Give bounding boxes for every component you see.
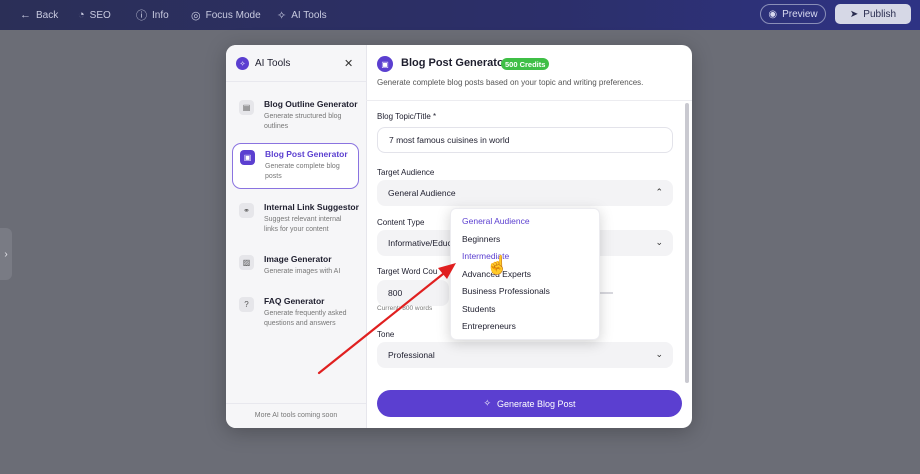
info-icon: ⓘ — [136, 10, 147, 22]
ai-tools-button[interactable]: ✧ AI Tools — [277, 0, 327, 30]
ai-tools-sidebar: ✧ AI Tools ✕ ▤ Blog Outline Generator Ge… — [226, 45, 367, 428]
publish-button[interactable]: ➤ Publish — [835, 4, 911, 24]
info-button[interactable]: ⓘ Info — [136, 0, 169, 30]
dropdown-option-students[interactable]: Students — [462, 304, 496, 314]
tool-description: Generate images with AI — [264, 268, 341, 275]
chevron-up-icon: ⌃ — [655, 187, 663, 197]
expand-panel-handle[interactable]: › — [0, 228, 12, 280]
sidebar-header: ✧ AI Tools — [236, 57, 290, 70]
content-type-label: Content Type — [377, 218, 425, 227]
sidebar-title: AI Tools — [255, 58, 291, 69]
dropdown-option-entrepreneurs[interactable]: Entrepreneurs — [462, 321, 516, 331]
tool-blog-post-generator[interactable]: ▣ Blog Post Generator Generate complete … — [232, 143, 359, 189]
top-toolbar: ← Back ◔ SEO ⓘ Info ◎ Focus Mode ✧ AI To… — [0, 0, 920, 30]
dropdown-option-general-audience[interactable]: General Audience — [462, 216, 530, 226]
word-count-hint: Current: 800 words — [377, 305, 433, 312]
gauge-icon: ◔ — [78, 9, 85, 21]
tone-select[interactable]: Professional ⌄ — [377, 342, 673, 368]
divider — [226, 81, 366, 82]
tone-value: Professional — [388, 350, 435, 360]
link-icon: ⚭ — [239, 203, 254, 218]
magic-wand-icon: ✧ — [236, 57, 249, 70]
credits-badge: 500 Credits — [501, 58, 550, 70]
preview-button[interactable]: ◉ Preview — [760, 4, 826, 24]
divider — [366, 100, 692, 101]
scrollbar[interactable] — [685, 103, 689, 383]
topic-label: Blog Topic/Title * — [377, 112, 437, 121]
tone-label: Tone — [377, 330, 395, 339]
tool-description: Generate complete blog posts — [265, 163, 340, 180]
word-count-slider[interactable] — [598, 292, 613, 294]
close-icon[interactable]: ✕ — [344, 57, 353, 70]
seo-button[interactable]: ◔ SEO — [78, 0, 111, 30]
divider — [226, 403, 366, 404]
question-icon: ? — [239, 297, 254, 312]
tool-title: FAQ Generator — [264, 296, 325, 306]
send-icon: ➤ — [849, 8, 859, 20]
panel-subtitle: Generate complete blog posts based on yo… — [377, 78, 644, 87]
dropdown-option-business-professionals[interactable]: Business Professionals — [462, 286, 550, 296]
sidebar-footer: More AI tools coming soon — [254, 412, 338, 419]
tool-description: Generate frequently asked questions and … — [264, 310, 347, 327]
audience-select[interactable]: General Audience ⌃ — [377, 180, 673, 206]
chevron-down-icon: ⌄ — [655, 237, 663, 247]
post-icon: ▣ — [240, 150, 255, 165]
focus-icon: ◎ — [191, 9, 201, 22]
word-count-input[interactable]: 800 — [377, 280, 449, 306]
audience-value: General Audience — [388, 188, 456, 198]
eye-icon: ◉ — [768, 8, 778, 20]
post-icon: ▣ — [377, 56, 393, 72]
tool-title: Blog Outline Generator — [264, 99, 358, 109]
content-type-value: Informative/Educ — [388, 238, 452, 248]
dropdown-option-beginners[interactable]: Beginners — [462, 234, 500, 244]
chevron-down-icon: ⌄ — [655, 349, 663, 359]
arrow-left-icon: ← — [20, 9, 31, 21]
tool-image-generator[interactable]: ▨ Image Generator Generate images with A… — [232, 249, 359, 283]
generate-blog-post-button[interactable]: ✧ Generate Blog Post — [377, 390, 682, 417]
tool-title: Blog Post Generator — [265, 149, 348, 159]
word-count-label: Target Word Cou — [377, 267, 438, 276]
tool-title: Image Generator — [264, 254, 332, 264]
tool-internal-link-suggestor[interactable]: ⚭ Internal Link Suggestor Suggest releva… — [232, 197, 359, 241]
tool-faq-generator[interactable]: ? FAQ Generator Generate frequently aske… — [232, 291, 359, 335]
panel-title: Blog Post Generator — [401, 57, 508, 69]
magic-wand-icon: ✧ — [277, 9, 287, 22]
image-icon: ▨ — [239, 255, 254, 270]
audience-label: Target Audience — [377, 168, 435, 177]
back-button[interactable]: ← Back — [20, 0, 58, 30]
topic-input[interactable]: 7 most famous cuisines in world — [377, 127, 673, 153]
chevron-right-icon: › — [4, 248, 8, 260]
audience-dropdown-menu: General Audience Beginners Intermediate … — [450, 208, 600, 340]
magic-wand-icon: ✧ — [483, 398, 491, 408]
tool-title: Internal Link Suggestor — [264, 202, 359, 212]
tool-blog-outline-generator[interactable]: ▤ Blog Outline Generator Generate struct… — [232, 94, 359, 136]
hand-cursor-icon: ☝ — [486, 255, 509, 275]
document-icon: ▤ — [239, 100, 254, 115]
tool-description: Suggest relevant internal links for your… — [264, 216, 342, 233]
tool-description: Generate structured blog outlines — [264, 113, 342, 130]
focus-mode-button[interactable]: ◎ Focus Mode — [191, 0, 261, 30]
